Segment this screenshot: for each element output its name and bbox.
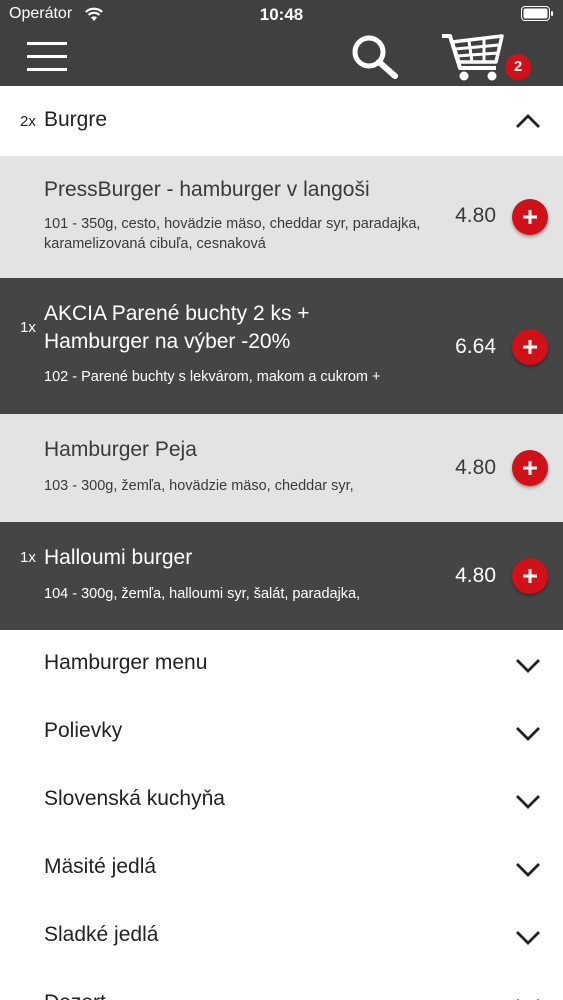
category-label: Slovenská kuchyňa <box>44 787 225 810</box>
chevron-down-icon[interactable] <box>514 996 542 1000</box>
category-row[interactable]: Slovenská kuchyňa <box>0 766 563 834</box>
product-price: 4.80 <box>455 204 496 227</box>
status-bar: Operátor 10:48 <box>0 0 563 28</box>
category-title: Burgre <box>44 108 108 131</box>
category-label: Dezert <box>44 991 106 1000</box>
status-time: 10:48 <box>259 5 304 24</box>
search-icon[interactable] <box>350 34 400 80</box>
app-header: Operátor 10:48 2 <box>0 0 563 86</box>
add-to-cart-button[interactable] <box>512 329 548 365</box>
add-to-cart-button[interactable] <box>512 199 548 235</box>
chevron-down-icon[interactable] <box>514 928 542 946</box>
product-price: 4.80 <box>455 456 496 479</box>
product-item[interactable]: Hamburger Peja 103 - 300g, žemľa, hovädz… <box>0 414 563 522</box>
product-quantity: 1x <box>20 319 36 336</box>
chevron-up-icon[interactable] <box>514 112 542 130</box>
product-item[interactable]: 1x AKCIA Parené buchty 2 ks + Hamburger … <box>0 278 563 414</box>
product-name: Halloumi burger <box>44 546 193 569</box>
category-row[interactable]: Sladké jedlá <box>0 902 563 970</box>
chevron-down-icon[interactable] <box>514 724 542 742</box>
product-price: 6.64 <box>455 335 496 358</box>
category-row[interactable]: Mäsité jedlá <box>0 834 563 902</box>
product-name: Hamburger Peja <box>44 438 197 461</box>
plus-icon <box>523 569 537 583</box>
product-description: 104 - 300g, žemľa, halloumi syr, šalát, … <box>44 586 361 602</box>
product-item[interactable]: PressBurger - hamburger v langoši 101 - … <box>0 156 563 278</box>
chevron-down-icon[interactable] <box>514 656 542 674</box>
category-header-burgre[interactable]: 2x Burgre <box>0 86 563 156</box>
plus-icon <box>523 210 537 224</box>
category-row[interactable]: Hamburger menu <box>0 630 563 698</box>
cart-count-badge[interactable]: 2 <box>505 54 531 80</box>
product-name: PressBurger - hamburger v langoši <box>44 178 370 201</box>
product-name: AKCIA Parené buchty 2 ks + Hamburger na … <box>44 302 310 353</box>
category-label: Mäsité jedlá <box>44 855 157 878</box>
category-row[interactable]: Polievky <box>0 698 563 766</box>
chevron-down-icon[interactable] <box>514 792 542 810</box>
shopping-cart-icon[interactable] <box>440 32 506 84</box>
hamburger-menu-icon[interactable] <box>27 42 67 72</box>
category-label: Sladké jedlá <box>44 923 159 946</box>
add-to-cart-button[interactable] <box>512 558 548 594</box>
product-description: 101 - 350g, cesto, hovädzie mäso, chedda… <box>44 216 421 252</box>
add-to-cart-button[interactable] <box>512 450 548 486</box>
category-label: Polievky <box>44 719 123 742</box>
category-label: Hamburger menu <box>44 651 208 674</box>
category-count: 2x <box>20 113 36 130</box>
category-row[interactable]: Dezert <box>0 970 563 1000</box>
product-item[interactable]: 1x Halloumi burger 104 - 300g, žemľa, ha… <box>0 522 563 630</box>
product-description: 102 - Parené buchty s lekvárom, makom a … <box>44 369 381 385</box>
product-description: 103 - 300g, žemľa, hovädzie mäso, chedda… <box>44 478 354 494</box>
plus-icon <box>523 340 537 354</box>
chevron-down-icon[interactable] <box>514 860 542 878</box>
plus-icon <box>523 461 537 475</box>
battery-icon <box>521 6 553 21</box>
product-quantity: 1x <box>20 549 36 566</box>
product-price: 4.80 <box>455 564 496 587</box>
